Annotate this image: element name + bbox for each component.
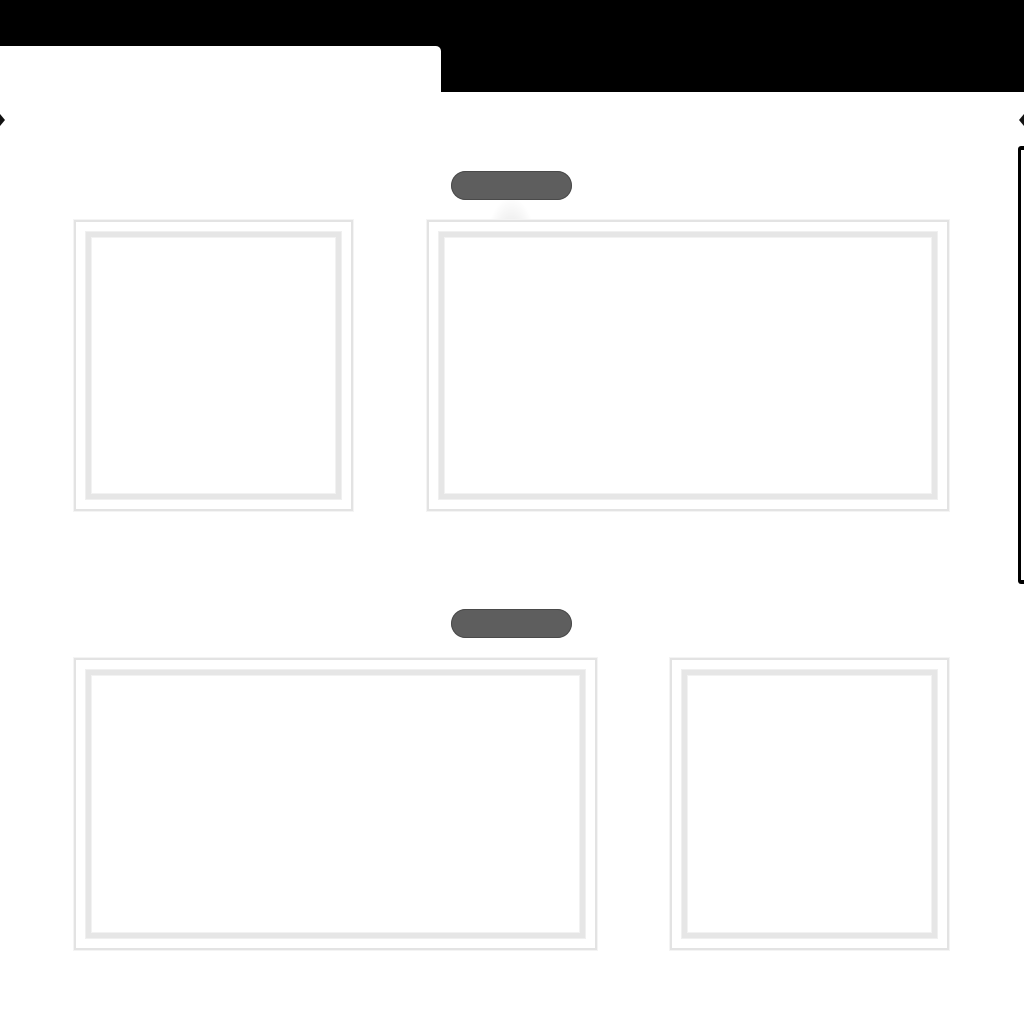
panel-row2-right[interactable] bbox=[670, 658, 949, 950]
title-tab bbox=[0, 46, 441, 96]
panel-inner-frame bbox=[86, 670, 585, 938]
row-2-drag-handle[interactable] bbox=[451, 609, 572, 638]
right-edge-arrow-icon bbox=[1019, 114, 1024, 126]
panel-inner-frame bbox=[86, 232, 341, 499]
row-1-drag-handle[interactable] bbox=[451, 171, 572, 200]
panel-inner-frame bbox=[439, 232, 937, 499]
panel-row1-right[interactable] bbox=[427, 220, 949, 511]
panel-row2-left[interactable] bbox=[74, 658, 597, 950]
panel-inner-frame bbox=[682, 670, 937, 938]
left-edge-arrow-icon bbox=[0, 114, 5, 126]
panel-row1-left[interactable] bbox=[74, 220, 353, 511]
screen bbox=[0, 0, 1024, 1024]
